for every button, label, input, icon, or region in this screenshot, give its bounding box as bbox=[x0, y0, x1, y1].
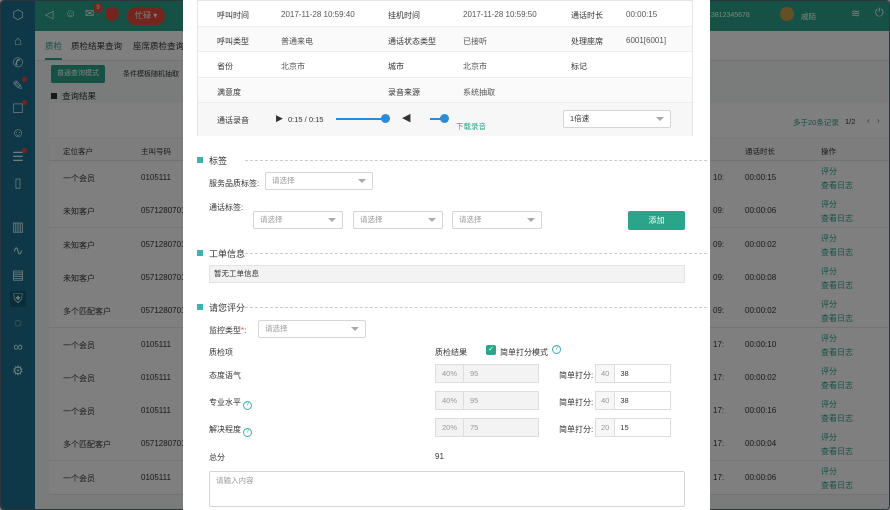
play-icon[interactable]: ▶ bbox=[276, 113, 283, 124]
recording-label: 通话录音 bbox=[217, 116, 249, 125]
info-value: 00:00:15 bbox=[626, 10, 658, 19]
info-row: 省份 北京市 城市 北京市 标记 bbox=[198, 52, 692, 78]
help-icon[interactable]: ? bbox=[243, 401, 252, 410]
help-icon[interactable]: ? bbox=[243, 428, 252, 437]
tags-section-title: 标签 bbox=[197, 154, 707, 167]
info-key: 挂机时间 bbox=[388, 11, 420, 20]
service-tag-select[interactable]: 请选择 bbox=[265, 172, 373, 190]
weight-display: 20% 75 bbox=[435, 418, 539, 437]
item-name-text: 态度语气 bbox=[209, 371, 241, 380]
placeholder: 请选择 bbox=[265, 324, 288, 333]
score-weight: 40 bbox=[596, 365, 616, 382]
speed-select[interactable]: 1倍速 bbox=[563, 110, 671, 128]
weight-pct: 40% bbox=[436, 392, 465, 409]
max-score: 95 bbox=[470, 396, 479, 405]
rating-section-title: 请您评分 bbox=[197, 301, 707, 314]
info-value: 北京市 bbox=[281, 62, 305, 71]
score-input[interactable]: 40 38 bbox=[595, 364, 671, 383]
item-header: 质检项 bbox=[209, 348, 233, 357]
weight-display: 40% 95 bbox=[435, 364, 539, 383]
score-input[interactable]: 20 15 bbox=[595, 418, 671, 437]
score-weight: 40 bbox=[596, 392, 616, 409]
weight-pct: 40% bbox=[436, 365, 465, 382]
monitor-type-select[interactable]: 请选择 bbox=[258, 320, 366, 338]
simple-score-label: 简单打分: bbox=[559, 425, 594, 434]
simple-score-label: 简单打分: bbox=[559, 371, 594, 380]
score-value: 38 bbox=[620, 369, 629, 378]
call-tag-select-1[interactable]: 请选择 bbox=[253, 211, 343, 229]
monitor-type-label: 监控类型*: bbox=[209, 326, 247, 335]
recording-row: 通话录音 ▶ 0:15 / 0:15 ◀ 下载录音 1倍速 bbox=[198, 103, 692, 136]
score-value: 38 bbox=[620, 396, 629, 405]
info-value: 系统抽取 bbox=[463, 87, 495, 97]
weight-pct: 20% bbox=[436, 419, 465, 436]
volume-handle[interactable] bbox=[440, 114, 449, 123]
simple-mode-checkbox[interactable]: ✓ bbox=[486, 345, 496, 355]
order-info-box: 暂无工单信息 bbox=[209, 265, 685, 283]
max-score: 75 bbox=[470, 423, 479, 432]
order-section-title: 工单信息 bbox=[197, 247, 707, 260]
order-title-text: 工单信息 bbox=[209, 249, 246, 259]
result-header: 质检结果 bbox=[435, 348, 467, 357]
info-key: 通话状态类型 bbox=[388, 36, 436, 46]
info-key: 满意度 bbox=[217, 87, 241, 97]
info-value: 2017-11-28 10:59:50 bbox=[463, 10, 537, 19]
info-key: 城市 bbox=[388, 62, 404, 71]
info-key: 标记 bbox=[571, 62, 587, 71]
speed-value: 1倍速 bbox=[570, 114, 590, 123]
comment-textarea[interactable]: 请输入内容 bbox=[209, 471, 685, 507]
info-value: 北京市 bbox=[463, 62, 487, 71]
placeholder: 请选择 bbox=[260, 215, 283, 224]
placeholder: 请选择 bbox=[459, 215, 482, 224]
info-row: 呼叫类型 普通来电 通话状态类型 已接听 处理座席 6001[6001] bbox=[198, 26, 692, 52]
info-row: 满意度 录音来源 系统抽取 bbox=[198, 77, 692, 103]
placeholder: 请选择 bbox=[272, 176, 295, 185]
help-icon[interactable]: ? bbox=[552, 345, 561, 354]
total-value: 91 bbox=[435, 452, 444, 461]
rating-title-text: 请您评分 bbox=[209, 303, 246, 313]
playback-time: 0:15 / 0:15 bbox=[288, 115, 324, 124]
info-key: 省份 bbox=[217, 62, 233, 71]
weight-display: 40% 95 bbox=[435, 391, 539, 410]
info-value: 普通来电 bbox=[281, 36, 313, 46]
call-tag-select-2[interactable]: 请选择 bbox=[353, 211, 443, 229]
placeholder: 请选择 bbox=[360, 215, 383, 224]
call-tag-label: 通话标签: bbox=[209, 203, 244, 212]
info-key: 呼叫类型 bbox=[217, 36, 249, 46]
volume-icon[interactable]: ◀ bbox=[402, 111, 410, 124]
progress-handle[interactable] bbox=[381, 114, 390, 123]
quality-modal: 呼叫时间 2017-11-28 10:59:40 挂机时间 2017-11-28 … bbox=[183, 0, 710, 510]
item-name: 专业水平? bbox=[209, 397, 252, 410]
item-name-text: 解决程度 bbox=[209, 425, 241, 434]
score-value: 15 bbox=[620, 423, 629, 432]
score-weight: 20 bbox=[596, 419, 616, 436]
info-value: 6001[6001] bbox=[626, 35, 667, 45]
total-label: 总分 bbox=[209, 453, 225, 462]
item-name-text: 专业水平 bbox=[209, 398, 241, 407]
item-name: 态度语气 bbox=[209, 370, 241, 381]
call-tag-select-3[interactable]: 请选择 bbox=[452, 211, 542, 229]
add-tag-button[interactable]: 添加 bbox=[628, 211, 685, 230]
simple-mode-label[interactable]: 简单打分模式 bbox=[500, 347, 548, 358]
simple-score-label: 简单打分: bbox=[559, 398, 594, 407]
max-score: 95 bbox=[470, 369, 479, 378]
tags-title-text: 标签 bbox=[209, 156, 228, 166]
item-name: 解决程度? bbox=[209, 424, 252, 437]
progress-bar[interactable] bbox=[336, 118, 386, 120]
info-value: 2017-11-28 10:59:40 bbox=[281, 10, 355, 19]
monitor-type-text: 监控类型 bbox=[209, 326, 241, 335]
info-key: 通话时长 bbox=[571, 11, 603, 20]
info-value: 已接听 bbox=[463, 36, 487, 46]
service-tag-label: 服务品质标签: bbox=[209, 179, 260, 188]
download-link[interactable]: 下载录音 bbox=[456, 121, 486, 132]
info-key: 呼叫时间 bbox=[217, 11, 249, 20]
score-input[interactable]: 40 38 bbox=[595, 391, 671, 410]
call-info-table: 呼叫时间 2017-11-28 10:59:40 挂机时间 2017-11-28 … bbox=[197, 0, 693, 136]
info-row: 呼叫时间 2017-11-28 10:59:40 挂机时间 2017-11-28 … bbox=[198, 1, 692, 27]
info-key: 处理座席 bbox=[571, 36, 603, 46]
info-key: 录音来源 bbox=[388, 87, 420, 97]
